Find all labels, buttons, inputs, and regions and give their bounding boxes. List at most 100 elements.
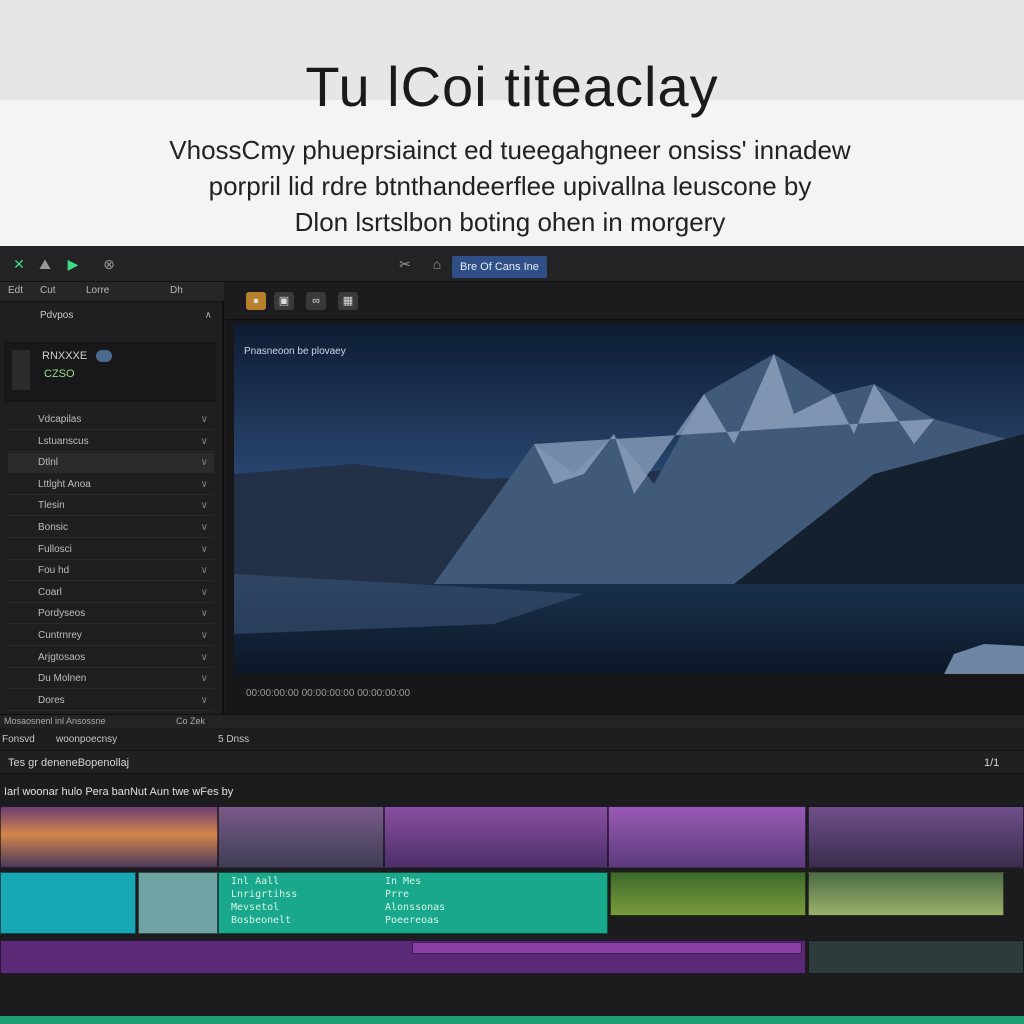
video-clip[interactable]: [808, 806, 1024, 868]
clip-text-block: Inl Aall Lnrigrtihss Mevsetol Bosbeonelt: [231, 875, 297, 927]
link-icon[interactable]: ∞: [306, 292, 326, 310]
thumb-icon: [12, 350, 30, 390]
empty-track: [0, 978, 1024, 1016]
clip-text-line: In Mes: [385, 876, 422, 887]
timeline-tab[interactable]: Fonsvd: [2, 734, 35, 745]
sidebar-item[interactable]: Fou hd ∨: [8, 561, 214, 581]
video-clip[interactable]: [0, 872, 136, 934]
tab-cut[interactable]: Cut: [40, 285, 56, 296]
clip-text-line: Lnrigrtihss: [231, 889, 298, 900]
viewer-panel: ● ▣ ∞ ▦ Pnasneoon be plovaey 00:00:00:00…: [226, 282, 1024, 714]
chevron-down-icon[interactable]: ∨: [201, 410, 208, 430]
strip-left-text: Mosaosnenl inl Ansossne: [4, 716, 106, 726]
chevron-down-icon[interactable]: ∨: [201, 561, 208, 581]
clip-text-line: Mevsetol: [231, 902, 280, 913]
film-icon[interactable]: ▦: [338, 292, 358, 310]
chevron-down-icon[interactable]: ∨: [201, 691, 208, 711]
clip-text-line: Bosbeonelt: [231, 915, 292, 926]
video-clip[interactable]: [384, 806, 608, 868]
mountain-icon[interactable]: ⛰: [36, 255, 54, 273]
sidebar-item[interactable]: Pordyseos ∨: [8, 604, 214, 624]
chevron-down-icon[interactable]: ∨: [201, 496, 208, 516]
sidebar-item[interactable]: Tlesin ∨: [8, 496, 214, 516]
tab-edit[interactable]: Edt: [8, 285, 23, 296]
sidebar-item[interactable]: Dtlnl ∨: [8, 453, 214, 473]
tab-deliver[interactable]: Dh: [170, 285, 183, 296]
viewer-toolbar: ● ▣ ∞ ▦: [226, 282, 1024, 320]
chevron-down-icon[interactable]: ∨: [201, 583, 208, 603]
panel-heading: Pdvpos: [40, 310, 74, 321]
clip-text-line: Alonssonas: [385, 902, 446, 913]
chevron-down-icon[interactable]: ∨: [201, 432, 208, 452]
top-toolbar: ✕ ⛰ ▶ ⊗ ✂ ⌂ Bre Of Cans Ine: [0, 246, 1024, 282]
panel-sub-title: RNXXXE: [42, 350, 88, 362]
video-clip[interactable]: [808, 872, 1004, 916]
sidebar-item-label: Cuntrnrey: [38, 630, 82, 641]
scissor-icon[interactable]: ✂: [396, 255, 414, 273]
panel-media-header: RNXXXE CZSO: [4, 342, 216, 402]
chevron-down-icon[interactable]: ∨: [201, 604, 208, 624]
sidebar-item[interactable]: Du Molnen ∨: [8, 669, 214, 689]
timeline-header: Fonsvd woonpoecnsy 5 Dnss: [0, 730, 1024, 750]
sidebar-item[interactable]: Arjgtosaos ∨: [8, 648, 214, 668]
audio-track[interactable]: [808, 940, 1024, 974]
timeline-subheader: Tes gr deneneBopenollaj 1/1: [0, 750, 1024, 774]
video-clip[interactable]: [218, 806, 384, 868]
chevron-down-icon[interactable]: ∨: [201, 453, 208, 473]
sidebar-item-label: Dores: [38, 695, 65, 706]
hero-description-line: Dlon lsrtslbon boting ohen in morgery: [294, 207, 726, 237]
title-clip[interactable]: Inl Aall Lnrigrtihss Mevsetol Bosbeonelt…: [218, 872, 608, 934]
tab-color[interactable]: Lorre: [86, 285, 109, 296]
sidebar-item[interactable]: Dores ∨: [8, 691, 214, 711]
timecode-readout: 00:00:00:00 00:00:00:00 00:00:00:00: [246, 688, 411, 699]
track-title: Iarl woonar hulo Pera banNut Aun twe wFe…: [4, 786, 234, 798]
hero-description-line: porpril lid rdre btnthandeerflee upivall…: [208, 171, 812, 201]
video-clip[interactable]: [608, 806, 806, 868]
hero-description-line: VhossCmy phueprsiainct ed tueegahgneer o…: [169, 135, 851, 165]
panel-sub-code: CZSO: [44, 368, 75, 380]
sidebar-item[interactable]: Bonsic ∨: [8, 518, 214, 538]
chevron-down-icon[interactable]: ∨: [201, 540, 208, 560]
hero-description: VhossCmy phueprsiainct ed tueegahgneer o…: [160, 132, 860, 240]
left-panel-tabs: Edt Cut Lorre Dh: [0, 282, 224, 302]
chevron-down-icon[interactable]: ∨: [201, 626, 208, 646]
project-label[interactable]: Bre Of Cans Ine: [452, 256, 547, 278]
sidebar-item-label: Coarl: [38, 587, 62, 598]
sidebar-item[interactable]: Cuntrnrey ∨: [8, 626, 214, 646]
chevron-down-icon[interactable]: ∨: [201, 518, 208, 538]
sidebar-item[interactable]: Fullosci ∨: [8, 540, 214, 560]
sidebar-item-label: Bonsic: [38, 522, 69, 533]
clip-text-line: Poeereoas: [385, 915, 440, 926]
app-screenshot: Tu lCoi titeaclay VhossCmy phueprsiainct…: [0, 0, 1024, 1024]
sidebar-item-label: Vdcapilas: [38, 414, 82, 425]
sidebar-item[interactable]: Vdcapilas ∨: [8, 410, 214, 430]
lock-icon[interactable]: ⌂: [428, 255, 446, 273]
sidebar-item-label: Arjgtosaos: [38, 652, 86, 663]
chevron-down-icon[interactable]: ∨: [201, 669, 208, 689]
video-clip[interactable]: [138, 872, 218, 934]
sidebar-item[interactable]: Coarl ∨: [8, 583, 214, 603]
chevron-down-icon[interactable]: ∨: [201, 648, 208, 668]
video-clip[interactable]: [610, 872, 806, 916]
audio-clip[interactable]: [412, 942, 802, 954]
globe-icon[interactable]: ⊗: [100, 255, 118, 273]
toggle-icon[interactable]: [96, 350, 112, 362]
editor-app: ✕ ⛰ ▶ ⊗ ✂ ⌂ Bre Of Cans Ine Edt Cut Lorr…: [0, 246, 1024, 1024]
clip-text-line: Prre: [385, 889, 410, 900]
sidebar-item[interactable]: Lttlght Anoa ∨: [8, 475, 214, 495]
status-strip: Mosaosnenl inl Ansossne Co Zek: [0, 714, 1024, 728]
brush-icon[interactable]: ●: [246, 292, 266, 310]
timeline-mode[interactable]: woonpoecnsy: [56, 734, 117, 745]
video-preview[interactable]: Pnasneoon be plovaey: [234, 324, 1024, 674]
collapse-icon[interactable]: ∧: [205, 310, 212, 321]
bottom-progress-bar: [0, 1016, 1024, 1024]
chevron-down-icon[interactable]: ∨: [201, 475, 208, 495]
video-clip[interactable]: [0, 806, 218, 868]
sidebar-item-label: Lstuanscus: [38, 436, 89, 447]
camera-icon[interactable]: ▣: [274, 292, 294, 310]
sidebar-item-label: Pordyseos: [38, 608, 86, 619]
sidebar-item-label: Fou hd: [38, 565, 70, 576]
play-icon[interactable]: ▶: [64, 255, 82, 273]
sidebar-item[interactable]: Lstuanscus ∨: [8, 432, 214, 452]
logo-x-icon[interactable]: ✕: [10, 255, 28, 273]
